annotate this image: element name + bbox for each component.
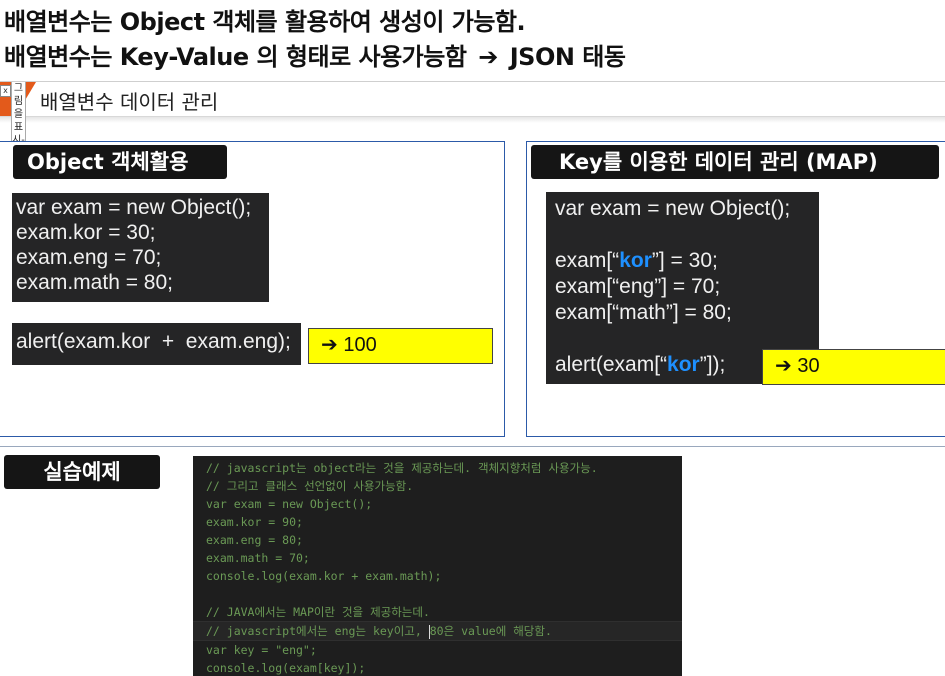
editor-line[interactable]: exam.eng = 80;: [206, 531, 682, 549]
result-highlight-right: ➔ 30: [762, 349, 945, 385]
result-value: 30: [797, 355, 820, 377]
code-line: exam.kor = 30;: [16, 221, 156, 244]
code-text: ”]);: [699, 353, 726, 376]
key-highlight: kor: [667, 353, 700, 376]
code-text: alert(exam[“: [555, 353, 668, 376]
editor-blank-line[interactable]: [206, 585, 682, 603]
heading-line-1: 배열변수는 Object 객체를 활용하여 생성이 가능함.: [4, 8, 526, 36]
editor-line-text: // javascript에서는 eng는 key이고,: [206, 624, 429, 638]
alert-code-line: alert(exam.kor + exam.eng);: [16, 330, 291, 353]
key-map-label: Key를 이용한 데이터 관리 (MAP): [531, 145, 939, 179]
code-line: exam.eng = 70;: [16, 246, 162, 269]
result-highlight-left: ➔ 100: [308, 328, 493, 364]
heading-line-2-text: 배열변수는 Key-Value 의 형태로 사용가능함: [4, 43, 467, 71]
editor-line[interactable]: exam.kor = 90;: [206, 513, 682, 531]
editor-line[interactable]: // javascript는 object라는 것을 제공하는데. 객체지향처럼…: [206, 459, 682, 477]
editor-line[interactable]: var key = "eng";: [206, 641, 682, 659]
code-line: var exam = new Object();: [16, 196, 252, 219]
code-line: exam.math = 80;: [16, 271, 173, 294]
close-icon[interactable]: x: [0, 85, 11, 97]
editor-line[interactable]: // JAVA에서는 MAP이란 것을 제공하는데.: [206, 603, 682, 621]
code-line: exam[“math”] = 80;: [555, 301, 732, 324]
code-line: exam[“eng”] = 70;: [555, 275, 721, 298]
section-divider: [0, 446, 945, 447]
editor-current-line[interactable]: // javascript에서는 eng는 key이고, 80은 value에 …: [193, 621, 682, 641]
editor-line[interactable]: console.log(exam[key]);: [206, 659, 682, 676]
object-usage-label: Object 객체활용: [13, 145, 227, 179]
result-value: 100: [343, 334, 377, 356]
editor-line[interactable]: console.log(exam.kor + exam.math);: [206, 567, 682, 585]
editor-line-text: 80은 value에 해당함.: [429, 624, 552, 638]
editor-line[interactable]: var exam = new Object();: [206, 495, 682, 513]
right-arrow-icon: ➔: [478, 43, 498, 71]
object-code-block: var exam = new Object(); exam.kor = 30; …: [12, 193, 269, 302]
editor-line[interactable]: // 그리고 클래스 선언없이 사용가능함.: [206, 477, 682, 495]
section-title: 배열변수 데이터 관리: [40, 90, 219, 114]
practice-label: 실습예제: [4, 455, 160, 489]
code-editor[interactable]: // javascript는 object라는 것을 제공하는데. 객체지향처럼…: [193, 456, 682, 676]
heading-line-2-json: JSON 태동: [509, 43, 626, 71]
right-arrow-icon: ➔: [775, 355, 792, 377]
code-text: ”] = 30;: [651, 249, 718, 272]
alert-code-block: alert(exam.kor + exam.eng);: [12, 323, 301, 365]
heading-line-2: 배열변수는 Key-Value 의 형태로 사용가능함 ➔ JSON 태동: [4, 37, 626, 72]
code-line: exam[“kor”] = 30;: [555, 248, 819, 274]
key-highlight: kor: [619, 249, 652, 272]
editor-line[interactable]: exam.math = 70;: [206, 549, 682, 567]
right-arrow-icon: ➔: [321, 334, 338, 356]
code-text: exam[“: [555, 249, 620, 272]
code-line: var exam = new Object();: [555, 197, 791, 220]
section-bar-shadow: [0, 117, 945, 123]
